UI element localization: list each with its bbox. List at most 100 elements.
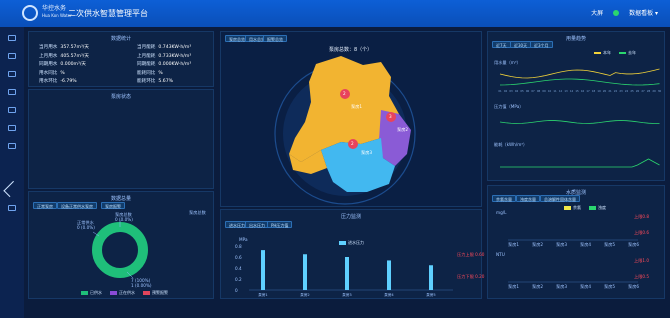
- chart-icon[interactable]: [8, 89, 16, 95]
- user-label: 大屏: [591, 10, 604, 17]
- stat-item: 上月能耗 0.733KW·h/m³: [137, 53, 191, 59]
- online-status-icon: [613, 9, 620, 16]
- trend-x-label: 20: [603, 89, 607, 93]
- grid-icon[interactable]: [8, 107, 16, 113]
- stat-item: 用水环比 -6.79%: [39, 78, 77, 84]
- trend-x-label: 17: [586, 89, 590, 93]
- donut-chart: [92, 220, 148, 279]
- quality-label-bottom: 泵房3: [556, 284, 568, 289]
- stat-item: 当月用水 357.57m³/天: [39, 44, 89, 50]
- trend-x-label: 21: [608, 89, 612, 93]
- trend-x-label: 22: [614, 89, 618, 93]
- donut-ring: [92, 222, 148, 278]
- pressure-bar[interactable]: [429, 265, 433, 290]
- stat-value: 0.743KW·h/m³: [158, 45, 192, 50]
- map-panel: 泵房总览 用水总览 报警总览 泵房总数：8（个） 2 3 2 泵房1 泵房2 泵…: [220, 31, 482, 207]
- stat-value: 0.000m³/天: [60, 62, 86, 67]
- trend-x-label: 18: [592, 89, 596, 93]
- quality-label-top: 泵房5: [604, 242, 616, 247]
- pressure-bar[interactable]: [387, 260, 391, 290]
- stat-item: 上月用水 405.57m³/天: [39, 53, 89, 59]
- trend-series-line: [500, 158, 660, 168]
- stat-value: 0.000KW·h/m³: [158, 62, 192, 67]
- quality-label-bottom: 泵房6: [628, 284, 640, 289]
- stat-label: 同期用水: [39, 62, 58, 67]
- pressure-bar[interactable]: [261, 250, 265, 290]
- trend-x-label: 10: [548, 89, 552, 93]
- stat-label: 用水同比: [39, 70, 58, 76]
- stat-label: 上月能耗: [137, 53, 156, 59]
- status-panel: 泵房状态: [28, 89, 214, 189]
- stat-label: 上月用水: [39, 53, 58, 59]
- stat-label: 同期能耗: [137, 62, 156, 67]
- stat-value: %: [158, 70, 163, 76]
- trend-x-label: 12: [559, 89, 563, 93]
- stat-item: 用水同比%: [39, 70, 65, 76]
- trend-x-label: 02: [504, 89, 508, 93]
- trend-x-label: 01: [498, 89, 502, 93]
- map-marker-3-num: 2: [351, 141, 354, 146]
- app-title: 二次供水智慧管理平台: [68, 9, 148, 18]
- pressure-bar[interactable]: [303, 254, 307, 290]
- stat-value: 0.733KW·h/m³: [158, 53, 192, 59]
- user-area[interactable]: 大屏 数据看板 ▾: [591, 8, 658, 17]
- trend-chart: 01 02 03 04 05 06 07 08 09 10 11 12 13 14 15 16 17 18 19 20…: [498, 68, 661, 168]
- trend-panel: 用量趋势 近7天 近30天 近3个月 本年 去年 用水量（m³） 压力值（MPa…: [487, 31, 665, 181]
- top-bar: 华控水务 Hua Kon Water 二次供水智慧管理平台 大屏 数据看板 ▾: [0, 0, 670, 27]
- trend-x-label: 11: [553, 89, 557, 93]
- legend-item-2: 正在供水: [110, 290, 135, 296]
- map-marker-3-name: 泵房3: [361, 150, 373, 155]
- trend-x-label: 28: [647, 89, 651, 93]
- trend-x-label: 26: [636, 89, 640, 93]
- pressure-bar-label: 泵房4: [384, 292, 394, 297]
- stat-value: 5.67%: [158, 79, 173, 84]
- donut-label-left: 正常供水 0 (0.0%): [77, 220, 95, 230]
- pressure-bar-label: 泵房3: [342, 292, 351, 297]
- monitor-icon[interactable]: [8, 53, 16, 59]
- stat-label: 当月用水: [39, 45, 58, 50]
- quality-label-top: 泵房2: [532, 242, 544, 247]
- stat-item: 能耗环比 5.67%: [137, 78, 173, 84]
- trend-x-label: 23: [619, 89, 623, 93]
- stats-panel: 数据统计 当月用水 357.57m³/天 当月能耗 0.743KW·h/m³ 上月用水 4…: [28, 31, 214, 87]
- people-icon[interactable]: [8, 125, 16, 131]
- trend-x-label: 07: [531, 89, 535, 93]
- pressure-note-1: 压力上限 0.60: [457, 252, 485, 257]
- stat-value: 405.57m³/天: [60, 53, 89, 59]
- map-marker-2-num: 3: [389, 114, 392, 119]
- sidebar: [0, 27, 24, 318]
- quality-label-top: 泵房3: [556, 242, 568, 247]
- trend-x-label: 14: [570, 89, 574, 93]
- trend-x-label: 19: [597, 89, 601, 93]
- trend-x-label: 16: [581, 89, 585, 93]
- flag-icon[interactable]: [8, 71, 16, 77]
- trend-x-label: 15: [575, 89, 579, 93]
- map-marker-1-name: 泵房1: [351, 104, 363, 109]
- trend-series-line: [499, 68, 660, 79]
- day-stats-panel: 数据总量 正常泵房 设备正常供水泵房 泵房报警 泵房总数 泵房总数 0 (0.0…: [28, 191, 214, 299]
- quality-label-bottom: 泵房1: [508, 284, 520, 289]
- pressure-bar[interactable]: [345, 257, 349, 290]
- stat-value: 357.57m³/天: [60, 45, 89, 50]
- pressure-bar-label: 泵房1: [258, 292, 267, 297]
- donut-label-top: 泵房总数 0 (0.0%): [115, 212, 133, 222]
- stat-label: 能耗环比: [137, 79, 156, 84]
- stat-value: %: [60, 70, 65, 76]
- donut-label-bottom: 7 (100%) 1 (0.00%): [131, 278, 152, 288]
- screen-icon[interactable]: [8, 205, 16, 211]
- menu-dropdown[interactable]: 数据看板 ▾: [629, 8, 658, 17]
- settings-icon[interactable]: [8, 143, 16, 149]
- collapse-arrow-icon[interactable]: [3, 180, 20, 198]
- pressure-panel: 压力监测 进水压力 出水压力 PH压力值 进水压力 MPa 0.8 0.6 0.4 0…: [220, 209, 485, 299]
- map-svg: [274, 56, 416, 205]
- legend-item-3: 预警报警: [143, 290, 168, 296]
- stat-label: 用水环比: [39, 79, 58, 84]
- quality-label-top: 泵房1: [508, 242, 520, 247]
- home-icon[interactable]: [8, 35, 16, 41]
- trend-x-label: 06: [526, 89, 530, 93]
- trend-x-label: 24: [625, 89, 629, 93]
- trend-x-label: 13: [564, 89, 568, 93]
- quality-label-top: 泵房6: [628, 242, 640, 247]
- quality-label-bottom: 泵房2: [532, 284, 544, 289]
- trend-x-label: 29: [652, 89, 656, 93]
